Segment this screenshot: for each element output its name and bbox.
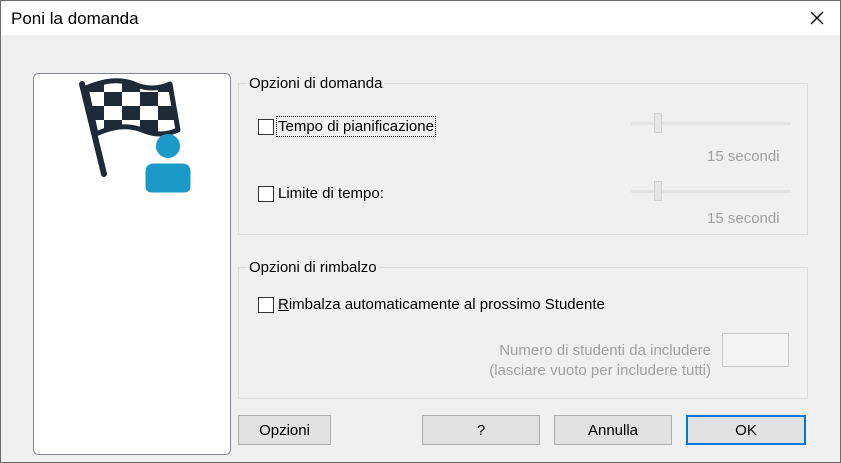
question-options-label: Opzioni di domanda	[247, 75, 385, 92]
dialog-window: Poni la domanda Opzioni di domanda Tempo…	[0, 0, 841, 463]
time-limit-option[interactable]: Limite di tempo:	[258, 185, 384, 202]
ok-button[interactable]: OK	[686, 415, 806, 445]
time-limit-slider[interactable]	[631, 181, 791, 201]
num-students-hint-line2: (lasciare vuoto per includere tutti)	[489, 362, 711, 379]
auto-bounce-label: Rimbalza automaticamente al prossimo Stu…	[278, 296, 605, 313]
time-limit-checkbox[interactable]	[258, 185, 274, 202]
num-students-hint: Numero di studenti da includere (lasciar…	[411, 341, 711, 381]
close-button[interactable]	[794, 1, 840, 35]
num-students-hint-line1: Numero di studenti da includere	[499, 342, 711, 359]
help-button[interactable]: ?	[422, 415, 540, 445]
time-limit-label: Limite di tempo:	[278, 185, 384, 202]
planning-time-option[interactable]: Tempo di pianificazione	[258, 116, 436, 137]
illustration-panel	[33, 73, 231, 455]
planning-time-slider[interactable]	[631, 113, 791, 133]
planning-time-value: 15 secondi	[707, 148, 780, 165]
planning-time-checkbox[interactable]	[258, 118, 274, 135]
num-students-input[interactable]	[722, 333, 789, 367]
auto-bounce-option[interactable]: Rimbalza automaticamente al prossimo Stu…	[258, 296, 605, 313]
auto-bounce-checkbox[interactable]	[258, 296, 274, 313]
title-bar: Poni la domanda	[1, 1, 840, 35]
time-limit-value: 15 secondi	[707, 210, 780, 227]
options-button[interactable]: Opzioni	[238, 415, 331, 445]
cancel-button[interactable]: Annulla	[554, 415, 672, 445]
planning-time-label: Tempo di pianificazione	[276, 116, 436, 137]
bounce-options-label: Opzioni di rimbalzo	[247, 259, 379, 276]
window-title: Poni la domanda	[11, 9, 139, 28]
checkered-flag-student-icon	[79, 78, 194, 196]
time-limit-slider-thumb[interactable]	[654, 181, 662, 201]
planning-time-slider-thumb[interactable]	[654, 113, 662, 133]
close-icon	[810, 11, 824, 25]
